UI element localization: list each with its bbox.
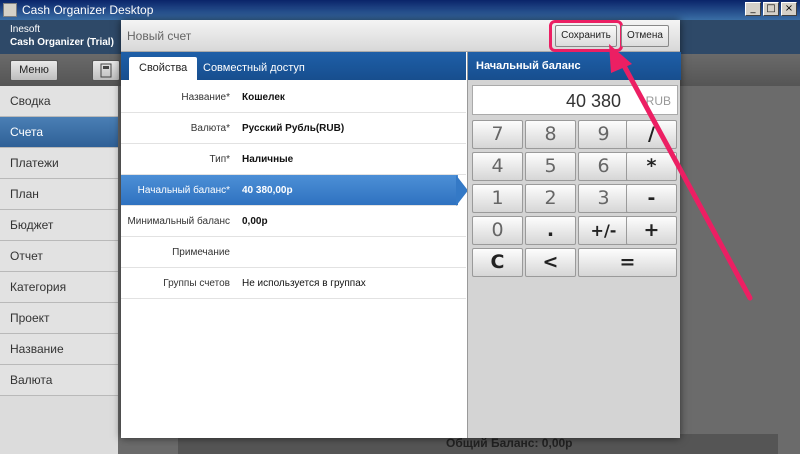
dialog-header: Новый счет Сохранить Отмена — [121, 20, 680, 52]
dialog-title: Новый счет — [127, 29, 192, 43]
maximize-button[interactable]: □ — [763, 2, 779, 16]
calculator-display: 40 380 RUB — [472, 85, 678, 115]
key-5[interactable]: 5 — [525, 152, 576, 181]
field-row-account-groups[interactable]: Группы счетов Не используется в группах — [121, 268, 466, 299]
field-label: Примечание — [172, 247, 230, 258]
sidebar-item-plan[interactable]: План — [0, 179, 118, 210]
total-balance-text: Общий Баланс: 0,00р — [446, 436, 573, 450]
key-8[interactable]: 8 — [525, 120, 576, 149]
key-clear[interactable]: C — [472, 248, 523, 277]
field-row-initial-balance[interactable]: Начальный баланс* 40 380,00р — [121, 175, 458, 206]
field-value: 0,00р — [242, 216, 268, 227]
key-4[interactable]: 4 — [472, 152, 523, 181]
key-backspace[interactable]: < — [525, 248, 576, 277]
key-3[interactable]: 3 — [578, 184, 629, 213]
key-0[interactable]: 0 — [472, 216, 523, 245]
field-row-type[interactable]: Тип* Наличные — [121, 144, 466, 175]
field-value: 40 380,00р — [242, 185, 293, 196]
key-2[interactable]: 2 — [525, 184, 576, 213]
field-value: Русский Рубль(RUB) — [242, 123, 345, 134]
key-1[interactable]: 1 — [472, 184, 523, 213]
tab-shared-access[interactable]: Совместный доступ — [193, 57, 315, 80]
window-title: Cash Organizer Desktop — [22, 3, 154, 17]
key-multiply[interactable]: * — [626, 152, 677, 181]
field-label: Группы счетов — [163, 278, 230, 289]
sidebar-item-payments[interactable]: Платежи — [0, 148, 118, 179]
field-row-currency[interactable]: Валюта* Русский Рубль(RUB) — [121, 113, 466, 144]
company-name: Inesoft — [10, 24, 41, 35]
display-amount: 40 380 — [565, 91, 621, 111]
app-icon — [3, 3, 17, 17]
key-9[interactable]: 9 — [578, 120, 629, 149]
close-window-button[interactable]: × — [781, 2, 797, 16]
calculator-panel: Начальный баланс 40 380 RUB 7 8 9 / 4 5 … — [467, 52, 681, 438]
sidebar-item-currency[interactable]: Валюта — [0, 365, 118, 396]
field-value: Наличные — [242, 154, 294, 165]
save-highlight-frame — [549, 20, 623, 52]
field-label: Название* — [181, 92, 230, 103]
dialog-tabs: Свойства Совместный доступ — [121, 52, 466, 80]
field-row-name[interactable]: Название* Кошелек — [121, 82, 466, 113]
sidebar-item-summary[interactable]: Сводка — [0, 86, 118, 117]
key-plus[interactable]: + — [626, 216, 677, 245]
key-divide[interactable]: / — [626, 120, 677, 149]
menu-button[interactable]: Меню — [10, 60, 58, 81]
key-equals[interactable]: = — [578, 248, 677, 277]
field-label: Валюта* — [190, 123, 230, 134]
product-name: Cash Organizer (Trial) — [10, 37, 114, 48]
field-value: Кошелек — [242, 92, 285, 103]
key-7[interactable]: 7 — [472, 120, 523, 149]
key-sign-toggle[interactable]: +/- — [578, 216, 629, 245]
field-label: Тип* — [209, 154, 230, 165]
sidebar-item-project[interactable]: Проект — [0, 303, 118, 334]
new-account-dialog: Новый счет Сохранить Отмена Свойства Сов… — [121, 20, 681, 438]
sidebar-item-accounts[interactable]: Счета — [0, 117, 118, 148]
sidebar-item-category[interactable]: Категория — [0, 272, 118, 303]
window-title-bar: Cash Organizer Desktop _ □ × — [0, 0, 800, 20]
calculator-icon — [100, 63, 112, 78]
calculator-title: Начальный баланс — [468, 52, 681, 80]
field-row-min-balance[interactable]: Минимальный баланс 0,00р — [121, 206, 466, 237]
field-row-note[interactable]: Примечание — [121, 237, 466, 268]
display-currency: RUB — [645, 94, 671, 108]
key-decimal[interactable]: . — [525, 216, 576, 245]
sidebar-item-report[interactable]: Отчет — [0, 241, 118, 272]
field-value: Не используется в группах — [242, 278, 366, 289]
key-minus[interactable]: - — [626, 184, 677, 213]
sidebar-item-budget[interactable]: Бюджет — [0, 210, 118, 241]
minimize-button[interactable]: _ — [745, 2, 761, 16]
field-label: Начальный баланс* — [137, 185, 230, 196]
field-label: Минимальный баланс — [127, 216, 230, 227]
calculator-button[interactable] — [92, 60, 120, 81]
sidebar: Сводка Счета Платежи План Бюджет Отчет К… — [0, 86, 118, 454]
key-6[interactable]: 6 — [578, 152, 629, 181]
cancel-button[interactable]: Отмена — [621, 25, 669, 47]
sidebar-item-name[interactable]: Название — [0, 334, 118, 365]
tab-properties[interactable]: Свойства — [129, 57, 198, 80]
